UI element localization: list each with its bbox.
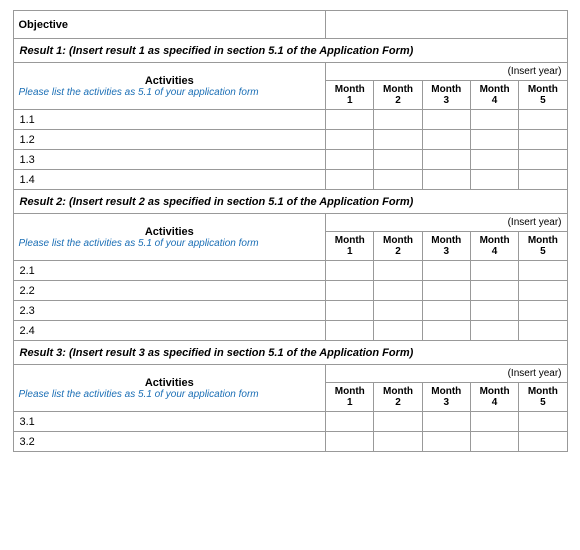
- result-1-month-2: Month2: [374, 81, 422, 110]
- result-1-insert-year-row: Activities Please list the activities as…: [13, 63, 567, 81]
- result-3-month-1: Month1: [326, 383, 374, 412]
- result-2-month-5: Month5: [519, 232, 567, 261]
- result-3-month-3: Month3: [422, 383, 470, 412]
- result-2-row: Result 2: (Insert result 2 as specified …: [13, 190, 567, 214]
- result-1-activities-label: Activities: [19, 75, 321, 87]
- work-plan-table: Objective Result 1: (Insert result 1 as …: [13, 10, 568, 452]
- result-3-insert-year-row: Activities Please list the activities as…: [13, 365, 567, 383]
- result-1-row-2: 1.2: [13, 130, 567, 150]
- result-3-activities-label: Activities: [19, 377, 321, 389]
- result-2-activities-cell: Activities Please list the activities as…: [13, 214, 326, 261]
- result-2-row-2: 2.2: [13, 281, 567, 301]
- result-2-row-4-label: 2.4: [13, 321, 326, 341]
- result-1-activities-sub: Please list the activities as 5.1 of you…: [19, 87, 321, 98]
- objective-label: Objective: [13, 11, 326, 39]
- result-2-month-2: Month2: [374, 232, 422, 261]
- result-3-row: Result 3: (Insert result 3 as specified …: [13, 341, 567, 365]
- result-1-month-1: Month1: [326, 81, 374, 110]
- result-3-activities-cell: Activities Please list the activities as…: [13, 365, 326, 412]
- result-1-row: Result 1: (Insert result 1 as specified …: [13, 39, 567, 63]
- result-1-row-3: 1.3: [13, 150, 567, 170]
- result-1-row-4-label: 1.4: [13, 170, 326, 190]
- result-1-activities-cell: Activities Please list the activities as…: [13, 63, 326, 110]
- result-1-month-3: Month3: [422, 81, 470, 110]
- result-2-row-2-label: 2.2: [13, 281, 326, 301]
- result-1-row-4: 1.4: [13, 170, 567, 190]
- result-1-row-1-label: 1.1: [13, 110, 326, 130]
- result-3-label: Result 3: (Insert result 3 as specified …: [13, 341, 567, 365]
- objective-row: Objective: [13, 11, 567, 39]
- result-1-row-1-m2: [374, 110, 422, 130]
- result-1-row-2-label: 1.2: [13, 130, 326, 150]
- result-2-insert-year-row: Activities Please list the activities as…: [13, 214, 567, 232]
- result-1-month-5: Month5: [519, 81, 567, 110]
- result-3-insert-year: (Insert year): [326, 365, 567, 383]
- objective-value: [326, 11, 567, 39]
- result-2-row-3-label: 2.3: [13, 301, 326, 321]
- result-2-month-3: Month3: [422, 232, 470, 261]
- result-3-row-1: 3.1: [13, 412, 567, 432]
- result-1-row-1: 1.1: [13, 110, 567, 130]
- result-2-insert-year: (Insert year): [326, 214, 567, 232]
- result-2-row-1: 2.1: [13, 261, 567, 281]
- result-2-row-1-label: 2.1: [13, 261, 326, 281]
- result-3-month-2: Month2: [374, 383, 422, 412]
- result-2-month-4: Month4: [470, 232, 518, 261]
- result-3-month-5: Month5: [519, 383, 567, 412]
- result-2-activities-sub: Please list the activities as 5.1 of you…: [19, 238, 321, 249]
- result-1-row-1-m1: [326, 110, 374, 130]
- result-3-month-4: Month4: [470, 383, 518, 412]
- result-1-row-1-m5: [519, 110, 567, 130]
- result-3-row-2-label: 3.2: [13, 432, 326, 452]
- result-2-month-1: Month1: [326, 232, 374, 261]
- result-3-activities-sub: Please list the activities as 5.1 of you…: [19, 389, 321, 400]
- result-2-row-4: 2.4: [13, 321, 567, 341]
- result-1-insert-year: (Insert year): [326, 63, 567, 81]
- result-1-month-4: Month4: [470, 81, 518, 110]
- result-1-label: Result 1: (Insert result 1 as specified …: [13, 39, 567, 63]
- result-2-label: Result 2: (Insert result 2 as specified …: [13, 190, 567, 214]
- result-2-activities-label: Activities: [19, 226, 321, 238]
- result-3-row-1-label: 3.1: [13, 412, 326, 432]
- result-3-row-2: 3.2: [13, 432, 567, 452]
- result-1-row-3-label: 1.3: [13, 150, 326, 170]
- result-1-row-1-m4: [470, 110, 518, 130]
- result-2-row-3: 2.3: [13, 301, 567, 321]
- result-1-row-1-m3: [422, 110, 470, 130]
